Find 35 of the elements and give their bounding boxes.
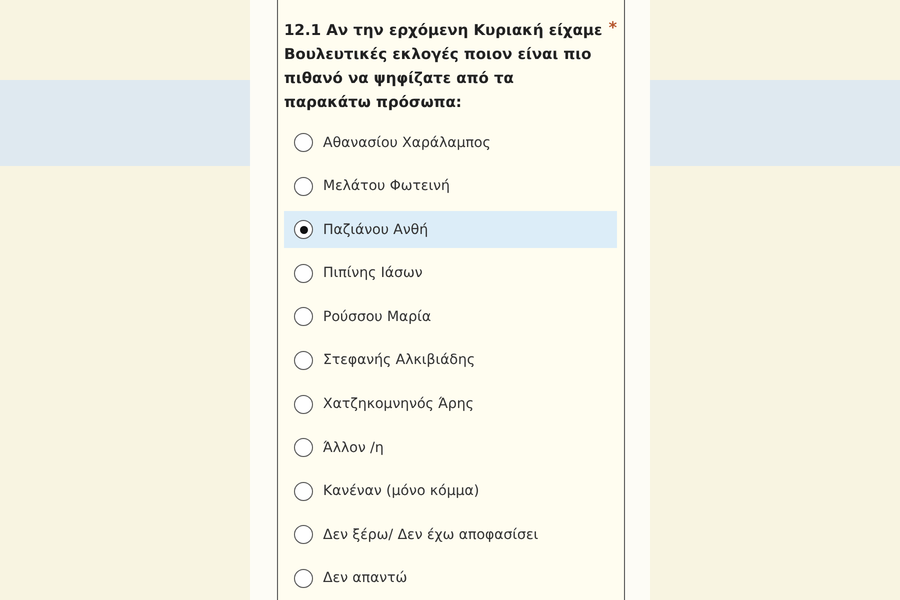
required-mark: *: [608, 18, 617, 37]
radio-button[interactable]: [294, 568, 313, 588]
option-label: Αθανασίου Χαράλαμπος: [323, 134, 491, 150]
option-label: Δεν ξέρω/ Δεν έχω αποφασίσει: [323, 526, 538, 543]
question-text: 12.1 Αν την ερχόμενη Κυριακή είχαμε Βουλευτικές εκλογές ποιον είναι πιο πιθανό να ψηφίζατε από τα παρακάτω πρόσωπα:: [284, 20, 604, 113]
option-label: Ρούσσου Μαρία: [323, 308, 432, 325]
option-label: Χατζηκομνηνός Άρης: [323, 396, 474, 412]
radio-button[interactable]: [294, 133, 313, 152]
radio-option[interactable]: Χατζηκομνηνός Άρης: [284, 386, 617, 423]
radio-button[interactable]: [294, 264, 313, 283]
radio-button[interactable]: [294, 525, 313, 544]
radio-option[interactable]: Παζιάνου Ανθή: [284, 211, 617, 248]
option-label: Πιπίνης Ιάσων: [323, 265, 423, 282]
radio-button[interactable]: [294, 176, 313, 196]
option-label: Δεν απαντώ: [323, 570, 408, 586]
radio-option[interactable]: Άλλον /η: [284, 429, 617, 466]
radio-option[interactable]: Πιπίνης Ιάσων: [284, 254, 617, 292]
radio-option[interactable]: Ρούσσου Μαρία: [284, 298, 617, 336]
radio-option[interactable]: Αθανασίου Χαράλαμπος: [284, 124, 617, 161]
radio-button[interactable]: [294, 394, 313, 414]
radio-option[interactable]: Δεν απαντώ: [284, 560, 617, 597]
radio-button[interactable]: [294, 438, 313, 458]
radio-button[interactable]: [294, 350, 313, 370]
option-label: Κανέναν (μόνο κόμμα): [323, 483, 480, 500]
radio-button[interactable]: [294, 220, 313, 240]
radio-option[interactable]: Δεν ξέρω/ Δεν έχω αποφασίσει: [284, 516, 617, 554]
radio-option[interactable]: Κανέναν (μόνο κόμμα): [284, 472, 617, 510]
option-label: Άλλον /η: [323, 440, 384, 456]
option-label: Παζιάνου Ανθή: [323, 222, 428, 238]
radio-option[interactable]: Στεφανής Αλκιβιάδης: [284, 342, 617, 379]
option-label: Στεφανής Αλκιβιάδης: [323, 352, 476, 368]
option-label: Μελάτου Φωτεινή: [323, 178, 450, 194]
radio-button[interactable]: [294, 482, 313, 501]
radio-button[interactable]: [294, 307, 313, 326]
radio-option[interactable]: Μελάτου Φωτεινή: [284, 168, 617, 205]
